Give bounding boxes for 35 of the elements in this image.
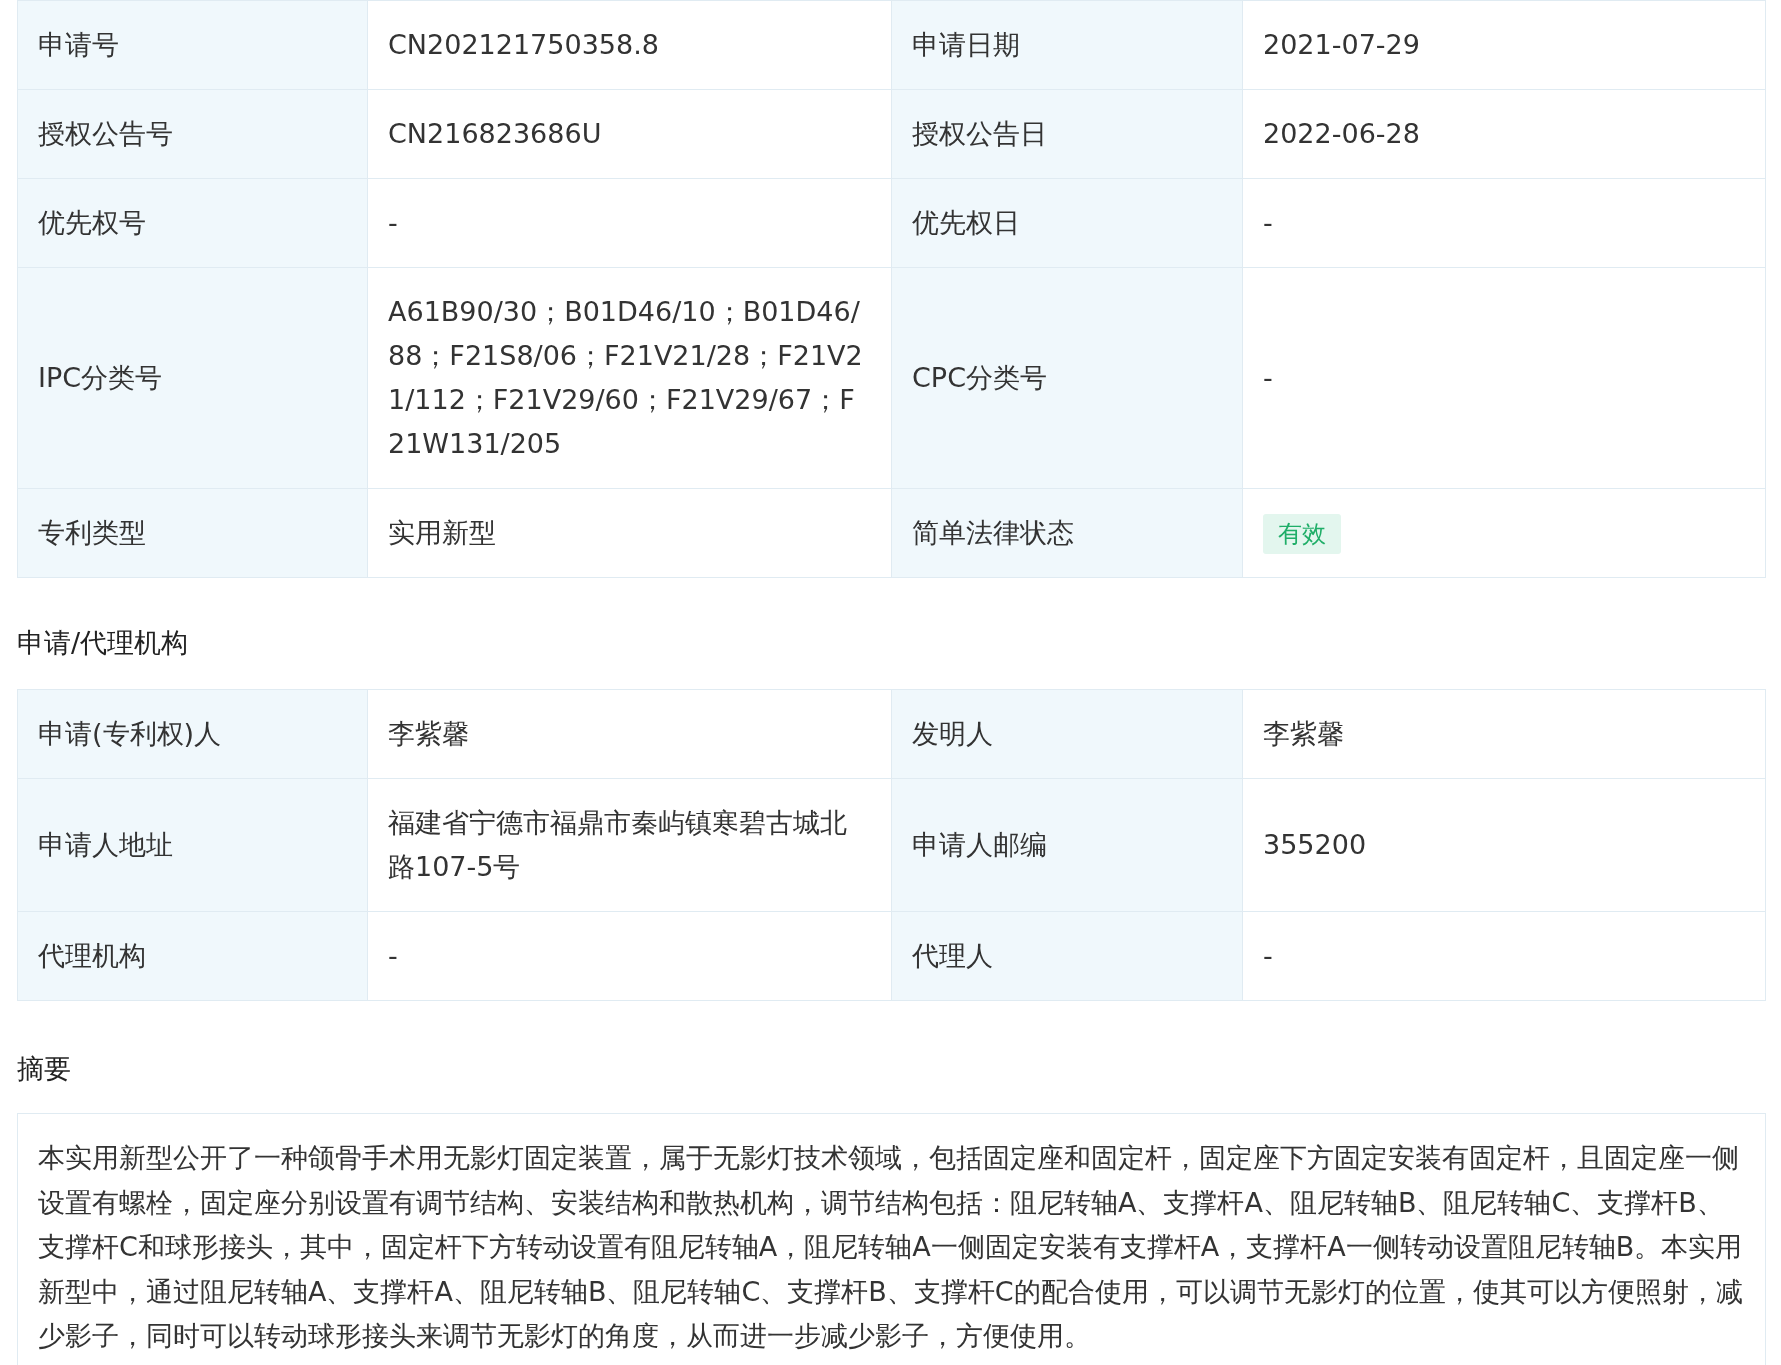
field-label: 申请号	[17, 0, 368, 90]
field-value: 355200	[1242, 778, 1766, 912]
field-label: 申请日期	[891, 0, 1243, 90]
field-label: 代理机构	[17, 911, 368, 1001]
field-value: 李紫馨	[1242, 689, 1766, 779]
field-label: 优先权日	[891, 178, 1243, 268]
field-label: 申请人地址	[17, 778, 368, 912]
field-value: CN216823686U	[367, 89, 892, 179]
field-label: 申请(专利权)人	[17, 689, 368, 779]
field-value: -	[367, 178, 892, 268]
section-title: 申请/代理机构	[17, 626, 190, 660]
field-label: 授权公告号	[17, 89, 368, 179]
field-label: 简单法律状态	[891, 488, 1243, 578]
field-label: 授权公告日	[891, 89, 1243, 179]
field-label: 代理人	[891, 911, 1243, 1001]
field-value: 2021-07-29	[1242, 0, 1766, 90]
field-value: -	[367, 911, 892, 1001]
field-value: 2022-06-28	[1242, 89, 1766, 179]
field-value: A61B90/30；B01D46/10；B01D46/88；F21S8/06；F21V21/28；F21V21/112；F21V29/60；F21V29/67；F21W131/205	[367, 267, 892, 489]
field-value: -	[1242, 267, 1766, 489]
field-label: 优先权号	[17, 178, 368, 268]
field-label: IPC分类号	[17, 267, 368, 489]
field-label: 专利类型	[17, 488, 368, 578]
field-value: 实用新型	[367, 488, 892, 578]
field-label: 发明人	[891, 689, 1243, 779]
field-value: -	[1242, 911, 1766, 1001]
field-label: 申请人邮编	[891, 778, 1243, 912]
field-value: -	[1242, 178, 1766, 268]
status-badge: 有效	[1263, 514, 1341, 554]
field-value: CN202121750358.8	[367, 0, 892, 90]
field-value: 李紫馨	[367, 689, 892, 779]
field-label: CPC分类号	[891, 267, 1243, 489]
abstract-text: 本实用新型公开了一种颌骨手术用无影灯固定装置，属于无影灯技术领域，包括固定座和固定杆，固定座下方固定安装有固定杆，且固定座一侧设置有螺栓，固定座分别设置有调节结构、安装结构和散热机构，调节结构包括：阻尼转轴A、支撑杆A、阻尼转轴B、阻尼转轴C、支撑杆B、支撑杆C和球形接头，其中，固定杆下方转动设置有阻尼转轴A，阻尼转轴A一侧固定安装有支撑杆A，支撑杆A一侧转动设置阻尼转轴B。本实用新型中，通过阻尼转轴A、支撑杆A、阻尼转轴B、阻尼转轴C、支撑杆B、支撑杆C的配合使用，可以调节无影灯的位置，使其可以方便照射，减少影子，同时可以转动球形接头来调节无影灯的角度，从而进一步减少影子，方便使用。	[38, 1141, 1744, 1353]
section-title: 摘要	[17, 1052, 72, 1086]
field-value: 福建省宁德市福鼎市秦屿镇寒碧古城北路107-5号	[367, 778, 892, 912]
